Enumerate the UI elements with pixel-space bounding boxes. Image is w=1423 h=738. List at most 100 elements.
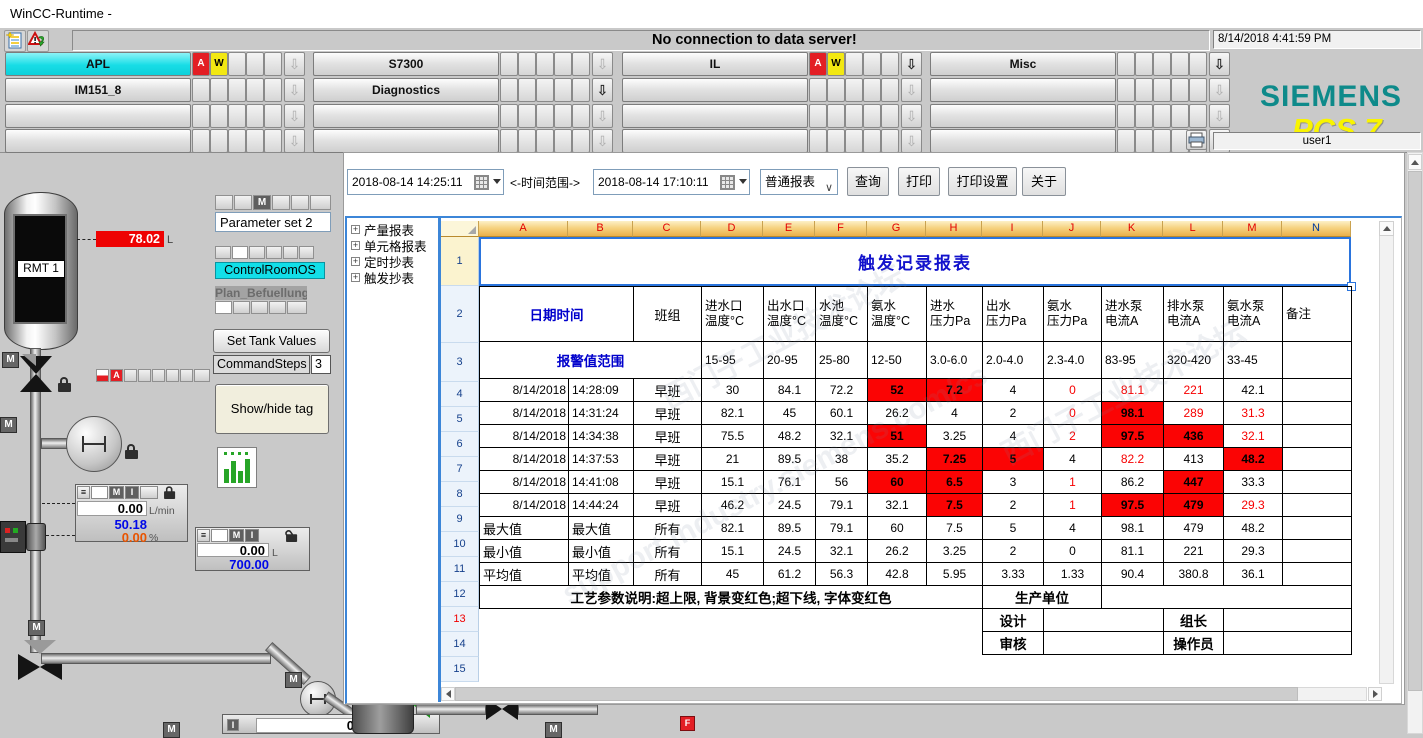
alarm-range-value[interactable]: 25-80 xyxy=(816,342,868,379)
summary-value[interactable]: 90.4 xyxy=(1102,563,1164,586)
nav-button-S7300[interactable]: S7300 xyxy=(313,52,499,76)
nav-alarm-cell[interactable] xyxy=(1135,52,1153,76)
cell-value[interactable]: 81.1 xyxy=(1102,379,1164,402)
cell-value[interactable]: 2 xyxy=(1044,425,1102,448)
cell-value[interactable] xyxy=(1283,379,1352,402)
summary-value[interactable]: 1.33 xyxy=(1044,563,1102,586)
column-header-B[interactable]: B xyxy=(568,221,633,237)
column-header-A[interactable]: A xyxy=(479,221,568,237)
nav-alarm-cell[interactable] xyxy=(881,129,899,153)
summary-value[interactable]: 0 xyxy=(1044,540,1102,563)
header-col[interactable]: 备注 xyxy=(1283,287,1352,342)
scroll-up-button[interactable] xyxy=(1408,154,1422,170)
row-header-5[interactable]: 5 xyxy=(441,407,479,432)
sheet-scroll-up-button[interactable] xyxy=(1379,221,1394,236)
nav-button-APL[interactable]: APL xyxy=(5,52,191,76)
cell-value[interactable]: 4 xyxy=(983,425,1044,448)
cell-value[interactable]: 33.3 xyxy=(1224,471,1283,494)
cell-value[interactable]: 1 xyxy=(1044,471,1102,494)
nav-alarm-cell[interactable] xyxy=(1135,104,1153,128)
row-header-8[interactable]: 8 xyxy=(441,482,479,507)
row-header-13[interactable]: 13 xyxy=(441,607,479,632)
alarm-range-value[interactable]: 320-420 xyxy=(1164,342,1224,379)
row-header-10[interactable]: 10 xyxy=(441,532,479,557)
nav-button-empty[interactable] xyxy=(622,104,808,128)
flow-faceplate[interactable]: ≡ M I 0.00 L/min 50.18 0.00 % xyxy=(75,484,188,542)
process-note[interactable]: 工艺参数说明:超上限, 背景变红色;超下线, 字体变红色 xyxy=(480,586,983,609)
cell-value[interactable]: 79.1 xyxy=(816,494,868,517)
cell-value[interactable]: 6.5 xyxy=(927,471,983,494)
nav-alarm-cell[interactable] xyxy=(192,104,210,128)
sign-label[interactable]: 审核 xyxy=(983,632,1044,655)
nav-alarm-cell[interactable] xyxy=(554,52,572,76)
sign-label[interactable]: 组长 xyxy=(1164,609,1224,632)
nav-dropdown-arrow[interactable]: ⇩ xyxy=(901,129,922,153)
summary-value[interactable] xyxy=(1283,540,1352,563)
cell-time[interactable]: 14:44:24 xyxy=(569,494,634,517)
nav-button-empty[interactable] xyxy=(313,104,499,128)
cell-value[interactable]: 98.1 xyxy=(1102,402,1164,425)
header-col[interactable]: 出水口 温度°C xyxy=(764,287,816,342)
nav-dropdown-arrow[interactable]: ⇩ xyxy=(592,129,613,153)
trend-chart-button[interactable] xyxy=(217,447,257,488)
cell-value[interactable]: 479 xyxy=(1164,494,1224,517)
nav-alarm-cell[interactable] xyxy=(827,104,845,128)
alarm-acknowledge-icon[interactable] xyxy=(27,30,49,52)
cell-value[interactable]: 42.1 xyxy=(1224,379,1283,402)
cell-value[interactable]: 447 xyxy=(1164,471,1224,494)
sheet-corner-cell[interactable] xyxy=(441,221,479,237)
from-datetime-picker[interactable]: 2018-08-14 14:25:11 xyxy=(347,169,504,195)
nav-button-IM151_8[interactable]: IM151_8 xyxy=(5,78,191,102)
nav-alarm-cell[interactable] xyxy=(827,129,845,153)
summary-value[interactable]: 45 xyxy=(702,563,764,586)
cell-value[interactable] xyxy=(1283,471,1352,494)
nav-alarm-cell[interactable] xyxy=(1189,52,1207,76)
cell-value[interactable]: 86.2 xyxy=(1102,471,1164,494)
summary-scope[interactable]: 所有 xyxy=(634,540,702,563)
nav-button-empty[interactable] xyxy=(622,78,808,102)
column-header-H[interactable]: H xyxy=(926,221,982,237)
cell-value[interactable]: 60 xyxy=(868,471,927,494)
nav-alarm-cell[interactable] xyxy=(1135,129,1153,153)
calendar-icon[interactable] xyxy=(474,175,489,190)
cell-value[interactable]: 3 xyxy=(983,471,1044,494)
nav-alarm-cell[interactable] xyxy=(210,78,228,102)
alarm-range-value[interactable]: 15-95 xyxy=(702,342,764,379)
nav-alarm-cell[interactable] xyxy=(881,104,899,128)
nav-alarm-cell[interactable] xyxy=(863,78,881,102)
column-header-N[interactable]: N xyxy=(1282,221,1351,237)
nav-alarm-cell[interactable] xyxy=(192,129,210,153)
nav-button-empty[interactable] xyxy=(930,104,1116,128)
sign-field[interactable] xyxy=(1044,632,1164,655)
summary-value[interactable] xyxy=(1283,563,1352,586)
summary-value[interactable]: 98.1 xyxy=(1102,517,1164,540)
summary-label[interactable]: 最大值 xyxy=(569,517,634,540)
cell-value[interactable]: 5 xyxy=(983,448,1044,471)
nav-dropdown-arrow[interactable]: ⇩ xyxy=(901,104,922,128)
summary-value[interactable]: 42.8 xyxy=(868,563,927,586)
cell-shift[interactable]: 早班 xyxy=(634,402,702,425)
nav-alarm-cell[interactable] xyxy=(881,78,899,102)
cell-value[interactable]: 26.2 xyxy=(868,402,927,425)
cell-value[interactable]: 29.3 xyxy=(1224,494,1283,517)
nav-alarm-cell[interactable] xyxy=(554,129,572,153)
nav-button-Misc[interactable]: Misc xyxy=(930,52,1116,76)
alarm-a-badge[interactable]: A xyxy=(110,369,123,382)
nav-alarm-cell[interactable] xyxy=(500,52,518,76)
nav-dropdown-arrow[interactable]: ⇩ xyxy=(901,78,922,102)
nav-alarm-cell[interactable] xyxy=(572,129,590,153)
nav-alarm-cell[interactable] xyxy=(1153,104,1171,128)
row-header-1[interactable]: 1 xyxy=(441,237,479,286)
summary-value[interactable]: 81.1 xyxy=(1102,540,1164,563)
valve2-m-badge[interactable]: M xyxy=(28,620,45,636)
cell-time[interactable]: 14:34:38 xyxy=(569,425,634,448)
alarm-state-cell[interactable] xyxy=(96,369,109,382)
nav-alarm-cell[interactable] xyxy=(845,78,863,102)
cell-shift[interactable]: 早班 xyxy=(634,494,702,517)
summary-label[interactable]: 平均值 xyxy=(569,563,634,586)
nav-alarm-cell[interactable] xyxy=(1171,104,1189,128)
internal-badge[interactable]: I xyxy=(245,529,259,542)
column-header-C[interactable]: C xyxy=(633,221,701,237)
nav-dropdown-arrow[interactable]: ⇩ xyxy=(284,52,305,76)
nav-dropdown-arrow[interactable]: ⇩ xyxy=(901,52,922,76)
